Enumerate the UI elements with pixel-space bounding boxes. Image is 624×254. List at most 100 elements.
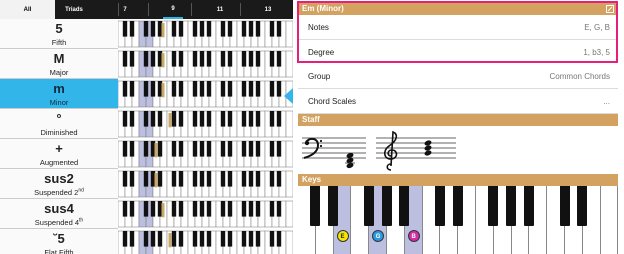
black-key[interactable] xyxy=(559,186,570,226)
tab-divider xyxy=(148,3,149,16)
chord-row[interactable]: sus2 Suspended 2nd xyxy=(0,169,118,199)
black-key xyxy=(255,141,261,157)
piano-keyboard[interactable]: EGB xyxy=(298,186,618,254)
black-key xyxy=(248,111,254,127)
black-key xyxy=(143,141,149,157)
chord-list: 5 Fifth M Major m Minor ° Diminished + Augmented s… xyxy=(0,19,119,254)
black-key xyxy=(241,51,247,67)
group-row[interactable]: Group Common Chords xyxy=(298,64,618,89)
black-key xyxy=(206,111,212,127)
black-key xyxy=(143,171,149,187)
black-key xyxy=(199,141,205,157)
chord-row[interactable]: ˘5 Flat Fifth xyxy=(0,229,118,254)
chord-keyboard xyxy=(118,230,293,254)
chord-keyboard xyxy=(118,200,293,228)
black-key[interactable] xyxy=(381,186,392,226)
black-key xyxy=(143,81,149,97)
chord-scales-value: ... xyxy=(603,97,610,106)
tab-triads[interactable]: Triads xyxy=(55,0,93,19)
black-key xyxy=(227,21,233,37)
black-key xyxy=(227,141,233,157)
black-key xyxy=(206,81,212,97)
black-key xyxy=(206,201,212,217)
tab-7[interactable]: 7 xyxy=(118,0,132,19)
white-key[interactable] xyxy=(600,186,618,254)
note-marker xyxy=(154,173,158,188)
black-key xyxy=(220,201,226,217)
black-key xyxy=(192,111,198,127)
tab-9[interactable]: 9 xyxy=(163,0,183,19)
black-key xyxy=(122,141,128,157)
staff-title: Staff xyxy=(302,115,320,124)
black-key xyxy=(178,201,184,217)
tab-divider xyxy=(240,3,241,16)
black-key xyxy=(178,141,184,157)
black-key xyxy=(129,231,135,247)
black-key xyxy=(241,171,247,187)
tab-all[interactable]: All xyxy=(0,0,55,19)
black-key xyxy=(171,141,177,157)
chord-symbol: 5 xyxy=(55,21,63,36)
black-key[interactable] xyxy=(310,186,321,226)
chord-row[interactable]: m Minor xyxy=(0,79,118,109)
black-key xyxy=(199,51,205,67)
black-key xyxy=(227,231,233,247)
black-key[interactable] xyxy=(506,186,517,226)
black-key xyxy=(248,201,254,217)
black-key[interactable] xyxy=(363,186,374,226)
selection-arrow-icon xyxy=(284,88,293,104)
black-key xyxy=(122,21,128,37)
black-key xyxy=(269,231,275,247)
black-key xyxy=(269,201,275,217)
chord-scales-row[interactable]: Chord Scales ... xyxy=(298,89,618,114)
bass-clef-icon xyxy=(303,137,323,159)
black-key xyxy=(248,231,254,247)
white-key xyxy=(285,50,293,78)
chord-row[interactable]: M Major xyxy=(0,49,118,79)
bass-chord-notes xyxy=(345,152,355,169)
chord-name: Augmented xyxy=(39,158,79,167)
black-key xyxy=(178,51,184,67)
chord-piano-grid xyxy=(118,19,293,254)
black-key[interactable] xyxy=(523,186,534,226)
black-key xyxy=(129,111,135,127)
black-key xyxy=(255,111,261,127)
black-key xyxy=(276,111,282,127)
tab-divider xyxy=(191,3,192,16)
chord-row[interactable]: ° Diminished xyxy=(0,109,118,139)
black-key xyxy=(192,21,198,37)
chord-row[interactable]: + Augmented xyxy=(0,139,118,169)
chord-row[interactable]: 5 Fifth xyxy=(0,19,118,49)
black-key xyxy=(171,171,177,187)
black-key xyxy=(178,171,184,187)
chord-name: Suspended 2nd xyxy=(34,187,84,197)
black-key xyxy=(178,231,184,247)
black-key xyxy=(192,51,198,67)
note-marker xyxy=(168,113,172,128)
black-key xyxy=(255,21,261,37)
black-key xyxy=(276,201,282,217)
chord-keyboard xyxy=(118,20,293,48)
chord-keyboard xyxy=(118,110,293,138)
group-value: Common Chords xyxy=(549,72,610,81)
black-key xyxy=(178,111,184,127)
tab-11[interactable]: 11 xyxy=(210,0,230,19)
chord-symbol: ° xyxy=(56,111,62,126)
black-key[interactable] xyxy=(577,186,588,226)
tab-13[interactable]: 13 xyxy=(257,0,279,19)
black-key xyxy=(227,171,233,187)
black-key xyxy=(122,171,128,187)
black-key xyxy=(206,141,212,157)
chord-row[interactable]: sus4 Suspended 4th xyxy=(0,199,118,229)
black-key xyxy=(129,141,135,157)
black-key[interactable] xyxy=(399,186,410,226)
black-key[interactable] xyxy=(328,186,339,226)
black-key xyxy=(241,111,247,127)
piano-grid-canvas xyxy=(118,20,293,254)
black-key xyxy=(122,81,128,97)
black-key xyxy=(199,111,205,127)
black-key[interactable] xyxy=(452,186,463,226)
black-key[interactable] xyxy=(434,186,445,226)
black-key xyxy=(157,171,163,187)
black-key[interactable] xyxy=(488,186,499,226)
